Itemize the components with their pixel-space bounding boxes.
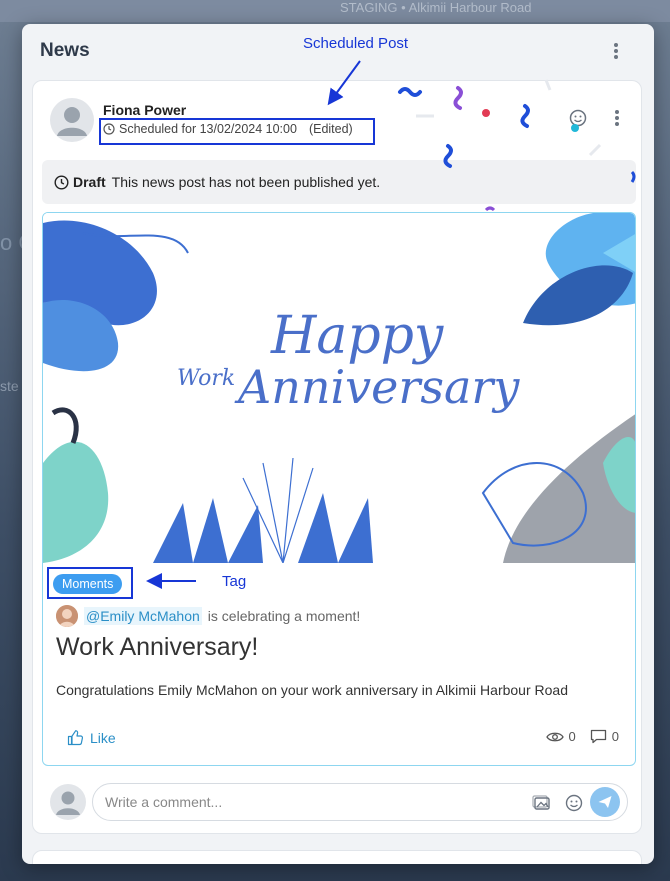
edited-label: (Edited) [308, 122, 353, 136]
author-avatar [50, 98, 94, 142]
reaction-icon[interactable] [569, 109, 587, 127]
news-post-card: Fiona Power Scheduled for 13/02/2024 10:… [32, 80, 642, 834]
modal-more-options-icon[interactable] [608, 41, 624, 63]
scheduled-info: Scheduled for 13/02/2024 10:00 (Edited) [103, 122, 353, 136]
post-body: Congratulations Emily McMahon on your wo… [56, 682, 568, 698]
comment-icon [590, 729, 606, 744]
background-topbar-text: STAGING • Alkimii Harbour Road [340, 0, 532, 15]
celebration-line: @Emily McMahon is celebrating a moment! [56, 605, 360, 627]
news-modal: News Fiona Power Scheduled for 13/02/202… [22, 24, 654, 864]
image-text-happy: Happy [270, 306, 444, 366]
user-mention-link[interactable]: @Emily McMahon [84, 607, 202, 625]
draft-banner: Draft This news post has not been publis… [42, 160, 636, 204]
scheduled-post-annotation: Scheduled Post [303, 35, 409, 52]
like-label: Like [90, 729, 116, 746]
next-post-card [32, 850, 642, 864]
image-upload-icon[interactable] [532, 793, 552, 813]
post-more-options-icon[interactable] [609, 108, 625, 130]
modal-title: News [40, 40, 90, 61]
post-content: Happy Work Anniversary Moments @Emily Mc… [42, 212, 636, 766]
tag-badge[interactable]: Moments [53, 574, 123, 594]
post-stats: 0 0 [545, 729, 619, 744]
eye-icon [545, 732, 564, 741]
image-text-anniversary: Anniversary [234, 360, 520, 414]
clock-icon [54, 174, 69, 190]
image-text-work: Work [177, 366, 235, 391]
comments-count: 0 [611, 729, 619, 744]
draft-message: This news post has not been published ye… [111, 174, 381, 190]
clock-icon [103, 123, 115, 135]
views-count: 0 [568, 729, 576, 744]
author-name: Fiona Power [103, 102, 187, 118]
background-text-2: ste [0, 378, 19, 394]
emoji-icon[interactable] [564, 793, 584, 813]
draft-label: Draft [73, 174, 106, 190]
celebration-text: is celebrating a moment! [207, 608, 361, 624]
comments-stat[interactable]: 0 [590, 729, 619, 744]
like-button[interactable]: Like [67, 729, 116, 746]
post-image[interactable]: Happy Work Anniversary [43, 213, 636, 563]
background-app-topbar: STAGING • Alkimii Harbour Road [0, 0, 670, 22]
send-icon [598, 796, 612, 808]
post-title: Work Anniversary! [56, 633, 259, 661]
thumbs-up-icon [67, 730, 84, 746]
mentioned-user-avatar [56, 605, 78, 627]
current-user-avatar [50, 784, 86, 820]
tag-annotation: Tag [222, 573, 247, 590]
send-comment-button[interactable] [590, 787, 620, 817]
views-stat: 0 [545, 729, 576, 744]
scheduled-date: Scheduled for 13/02/2024 10:00 [119, 122, 297, 136]
